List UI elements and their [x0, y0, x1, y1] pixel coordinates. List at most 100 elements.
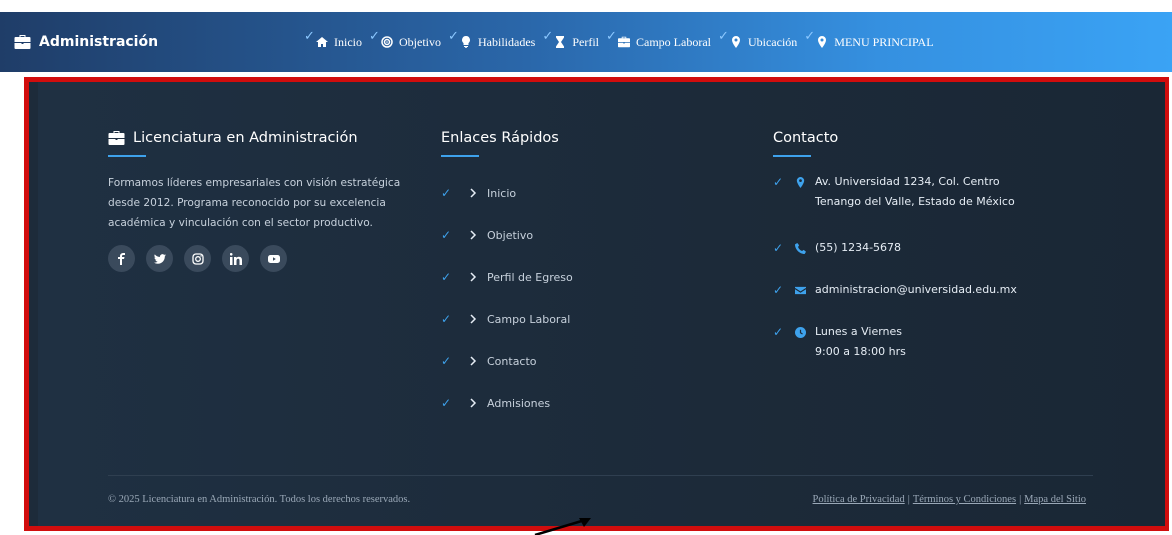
instagram-icon	[191, 252, 204, 265]
twitter-link[interactable]	[146, 245, 173, 272]
highlight-frame: Licenciatura en Administración Formamos …	[24, 77, 1169, 531]
sitemap-link[interactable]: Mapa del Sitio	[1024, 494, 1086, 505]
instagram-link[interactable]	[184, 245, 211, 272]
nav-item-habilidades[interactable]: ✓ Habilidades	[448, 12, 548, 72]
check-icon: ✓	[441, 186, 452, 200]
hours-line-2: 9:00 a 18:00 hrs	[815, 345, 906, 358]
phone-icon	[795, 242, 806, 254]
footer-quick-links: Enlaces Rápidos ✓ Inicio ✓ Objetivo ✓ Perfi…	[441, 130, 573, 424]
check-icon: ✓	[441, 228, 452, 242]
check-icon: ✓	[773, 175, 784, 189]
nav-label: Ubicación	[747, 34, 798, 49]
check-icon: ✓	[606, 28, 617, 43]
youtube-link[interactable]	[260, 245, 287, 272]
quick-link-perfil-egreso[interactable]: ✓ Perfil de Egreso	[441, 256, 573, 298]
location-pin-icon	[731, 36, 740, 48]
contact-email[interactable]: ✓ administracion@universidad.edu.mx	[773, 280, 1017, 300]
privacy-link[interactable]: Política de Privacidad	[813, 494, 905, 505]
nav-item-menu-principal[interactable]: ✓ MENU PRINCIPAL	[804, 12, 946, 72]
quick-link-label: Objetivo	[487, 228, 534, 242]
check-icon: ✓	[773, 325, 784, 339]
check-icon: ✓	[804, 28, 816, 43]
footer-about: Licenciatura en Administración Formamos …	[108, 130, 408, 272]
hours-line-1: Lunes a Viernes	[815, 325, 903, 338]
twitter-icon	[153, 253, 166, 264]
heading-underline	[108, 155, 146, 157]
quick-link-admisiones[interactable]: ✓ Admisiones	[441, 382, 573, 424]
clock-icon	[795, 326, 806, 338]
site-footer: Licenciatura en Administración Formamos …	[38, 82, 1165, 526]
quick-link-label: Campo Laboral	[487, 312, 571, 326]
envelope-icon	[795, 286, 806, 294]
nav-label: Perfil	[572, 34, 599, 49]
youtube-icon	[267, 254, 280, 263]
quick-links-list: ✓ Inicio ✓ Objetivo ✓ Perfil de Egreso ✓ Cam…	[441, 172, 573, 424]
nav-item-ubicacion[interactable]: ✓ Ubicación	[718, 12, 810, 72]
brand-title: Administración	[39, 34, 159, 50]
quick-link-contacto[interactable]: ✓ Contacto	[441, 340, 573, 382]
nav-label: Campo Laboral	[636, 34, 711, 49]
check-icon: ✓	[542, 28, 554, 43]
check-icon: ✓	[441, 396, 452, 410]
nav-item-campo-laboral[interactable]: ✓ Campo Laboral	[606, 12, 724, 72]
home-icon	[316, 37, 328, 47]
chevron-right-icon	[470, 230, 477, 240]
heading-underline	[441, 155, 479, 157]
nav-label: Habilidades	[478, 34, 536, 49]
contact-title: Contacto	[773, 130, 839, 146]
social-links	[108, 245, 408, 272]
location-pin-icon	[818, 36, 827, 48]
check-icon: ✓	[441, 354, 452, 368]
footer-contact: Contacto ✓ Av. Universidad 1234, Col. Ce…	[773, 130, 1017, 362]
briefcase-icon	[618, 36, 630, 48]
top-caption	[0, 0, 1172, 12]
legal-separator: |	[1019, 494, 1022, 505]
target-icon	[381, 36, 393, 48]
facebook-link[interactable]	[108, 245, 135, 272]
chevron-right-icon	[470, 398, 477, 408]
nav-item-perfil[interactable]: ✓ Perfil	[542, 12, 612, 72]
chevron-right-icon	[470, 314, 477, 324]
quick-link-label: Admisiones	[487, 396, 551, 410]
nav-item-objetivo[interactable]: ✓ Objetivo	[369, 12, 454, 72]
contact-address: ✓ Av. Universidad 1234, Col. Centro Tenan…	[773, 172, 1017, 212]
quick-link-label: Contacto	[487, 354, 537, 368]
check-icon: ✓	[717, 28, 729, 43]
chevron-right-icon	[470, 356, 477, 366]
about-heading: Licenciatura en Administración	[108, 130, 408, 146]
legal-separator: |	[907, 494, 910, 505]
quick-link-inicio[interactable]: ✓ Inicio	[441, 172, 573, 214]
contact-phone[interactable]: ✓ (55) 1234-5678	[773, 238, 1017, 258]
links-heading: Enlaces Rápidos	[441, 130, 573, 146]
check-icon: ✓	[369, 28, 380, 43]
nav-label: Objetivo	[399, 34, 441, 49]
about-text: Formamos líderes empresariales con visió…	[108, 177, 401, 229]
page: Administración ✓ Inicio ✓ Objetivo ✓ Hab…	[0, 0, 1172, 535]
linkedin-link[interactable]	[222, 245, 249, 272]
contact-list: ✓ Av. Universidad 1234, Col. Centro Tenan…	[773, 172, 1017, 362]
terms-link[interactable]: Términos y Condiciones	[913, 494, 1016, 505]
brand[interactable]: Administración	[0, 34, 310, 50]
location-pin-icon	[796, 176, 805, 188]
address-line-2: Tenango del Valle, Estado de México	[815, 195, 1015, 208]
quick-link-campo-laboral[interactable]: ✓ Campo Laboral	[441, 298, 573, 340]
legal-links: Política de Privacidad | Términos y Cond…	[813, 494, 1086, 505]
links-title: Enlaces Rápidos	[441, 130, 559, 146]
check-icon: ✓	[441, 312, 452, 326]
contact-hours: ✓ Lunes a Viernes 9:00 a 18:00 hrs	[773, 322, 1017, 362]
nav-item-inicio[interactable]: ✓ Inicio	[304, 12, 375, 72]
quick-link-objetivo[interactable]: ✓ Objetivo	[441, 214, 573, 256]
linkedin-icon	[229, 252, 242, 265]
heading-underline	[773, 155, 811, 157]
nav-label: Inicio	[334, 34, 362, 49]
briefcase-icon	[14, 35, 31, 49]
phone-number: (55) 1234-5678	[815, 241, 902, 254]
check-icon: ✓	[441, 270, 452, 284]
check-icon: ✓	[304, 28, 315, 43]
contact-heading: Contacto	[773, 130, 1017, 146]
briefcase-icon	[108, 131, 125, 145]
chevron-right-icon	[470, 272, 477, 282]
annotation-arrow-icon	[534, 518, 591, 535]
quick-link-label: Inicio	[487, 186, 517, 200]
hourglass-icon	[556, 36, 565, 48]
